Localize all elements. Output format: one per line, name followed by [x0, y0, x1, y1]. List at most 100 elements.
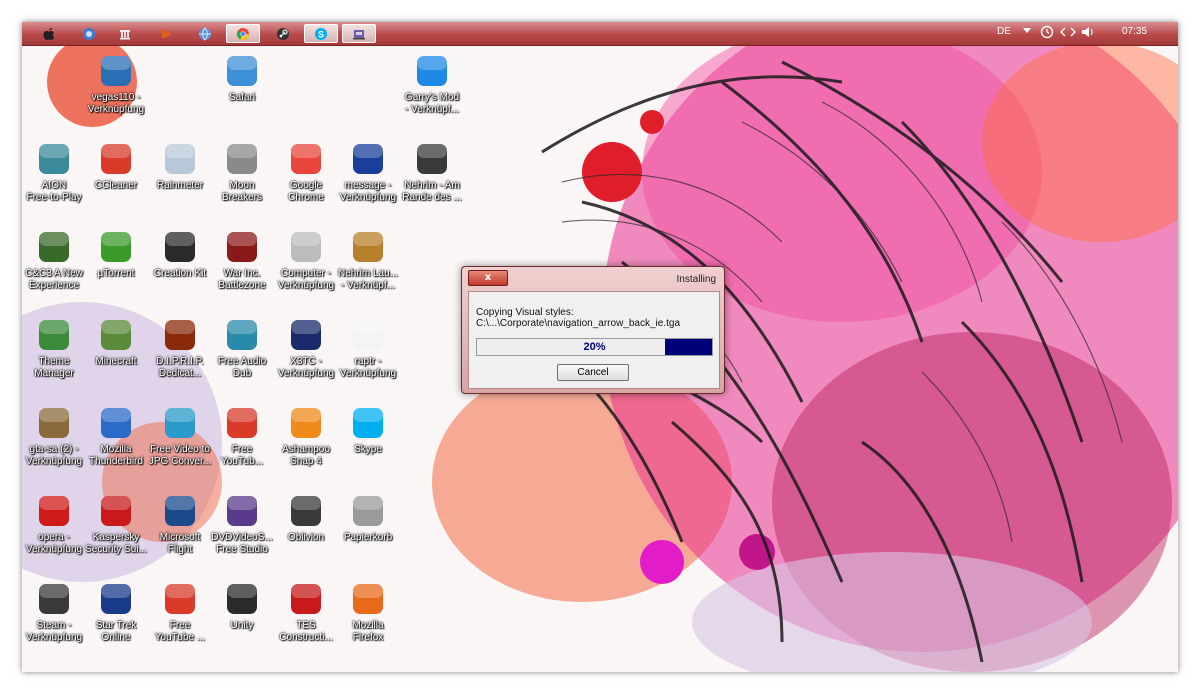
info-icon [349, 140, 387, 178]
dialog-message: Copying Visual styles: C:\...\Corporate\… [476, 307, 680, 329]
cancel-button[interactable]: Cancel [557, 364, 629, 381]
skype-icon[interactable]: S [304, 24, 338, 43]
desktop-icon-dvdvideosoft[interactable]: DVDVideoS... Free Studio [210, 492, 274, 556]
network-tray-icon[interactable] [1060, 25, 1076, 42]
free-audio-dub-icon [223, 316, 261, 354]
desktop-icon-recycle-bin[interactable]: Papierkorb [336, 492, 400, 544]
desktop-icon-label: C&C3 A New Experience [25, 268, 83, 291]
star-trek-icon [97, 580, 135, 618]
desktop-icon-label: raptr - Verknüpfung [339, 356, 397, 379]
desktop-icon-label: Oblivion [287, 532, 325, 543]
rainmeter-icon [161, 140, 199, 178]
desktop-icon-firefox[interactable]: Mozilla Firefox [336, 580, 400, 644]
desktop-icon-label: Theme Manager [34, 356, 74, 379]
desktop-icon-ashampoo-snap[interactable]: Ashampoo Snap 4 [274, 404, 338, 468]
installer-icon[interactable] [342, 24, 376, 43]
chrome-icon[interactable] [226, 24, 260, 43]
desktop-icon-rainmeter[interactable]: Rainmeter [148, 140, 212, 192]
globe-icon[interactable] [188, 24, 222, 43]
language-indicator[interactable]: DE [997, 26, 1011, 37]
desktop-icon-moon-breakers[interactable]: Moon Breakers [210, 140, 274, 204]
desktop-icon-kaspersky[interactable]: Kaspersky Security Sui... [84, 492, 148, 556]
desktop-icon-ccleaner[interactable]: CCleaner [84, 140, 148, 192]
library-icon[interactable] [108, 24, 142, 43]
steam-icon [35, 580, 73, 618]
desktop-icon-label: Garry's Mod - Verknüpf... [404, 92, 460, 115]
skype-icon [349, 404, 387, 442]
desktop-icon-diprip[interactable]: D.I.P.R.I.P. Dedicat... [148, 316, 212, 380]
kaspersky-icon [97, 492, 135, 530]
taskbar-clock[interactable]: 07:35 [1122, 26, 1147, 37]
desktop-icon-label: CCleaner [94, 180, 138, 191]
clock-tray-icon[interactable] [1040, 25, 1054, 42]
theme-manager-icon [35, 316, 73, 354]
desktop-icon-garrys-mod[interactable]: Garry's Mod - Verknüpf... [400, 52, 464, 116]
desktop-screen: S DE 07:35 vegas110 - Verknüpfung Safari G… [22, 22, 1178, 672]
desktop-icon-theme-manager[interactable]: Theme Manager [22, 316, 86, 380]
dialog-title: Installing [676, 274, 716, 285]
desktop-icon-label: DVDVideoS... Free Studio [211, 532, 273, 555]
chrome-icon [287, 140, 325, 178]
installing-dialog: x Installing Copying Visual styles: C:\.… [461, 266, 725, 394]
desktop-icon-label: Microsoft Flight [159, 532, 201, 555]
youtube-mp3-icon [161, 580, 199, 618]
desktop-icon-label: Mozilla Firefox [352, 620, 384, 643]
desktop-icon-opera[interactable]: opera - Verknüpfung [22, 492, 86, 556]
desktop-icon-info[interactable]: message - Verknüpfung [336, 140, 400, 204]
desktop-icon-label: Papierkorb [343, 532, 393, 543]
desktop-icon-skype[interactable]: Skype [336, 404, 400, 456]
dialog-close-button[interactable]: x [468, 270, 508, 286]
volume-tray-icon[interactable] [1080, 25, 1096, 42]
svg-text:S: S [318, 29, 324, 39]
desktop-icon-unity[interactable]: Unity [210, 580, 274, 632]
desktop-icon-nehrim[interactable]: Nehrim - Am Rande des ... [400, 140, 464, 204]
ccleaner-icon [97, 140, 135, 178]
desktop-icon-microsoft-flight[interactable]: Microsoft Flight [148, 492, 212, 556]
apple-menu-icon[interactable] [32, 24, 66, 43]
desktop-icon-label: Moon Breakers [221, 180, 262, 203]
dialog-file-path: C:\...\Corporate\navigation_arrow_back_i… [476, 318, 681, 329]
cnc3-icon [35, 228, 73, 266]
desktop-icon-youtube-mp3[interactable]: Free YouTube ... [148, 580, 212, 644]
desktop-icon-minecraft[interactable]: Minecraft [84, 316, 148, 368]
desktop-icon-safari[interactable]: Safari [210, 52, 274, 104]
desktop-icon-war-inc[interactable]: War Inc. Battlezone [210, 228, 274, 292]
desktop-icon-free-audio-dub[interactable]: Free Audio Dub [210, 316, 274, 380]
desktop-icon-video-to-jpg[interactable]: Free Video to JPG Conver... [148, 404, 212, 468]
desktop-icon-oblivion[interactable]: Oblivion [274, 492, 338, 544]
desktop-icon-gta-sa[interactable]: gta-sa (2) - Verknüpfung [22, 404, 86, 468]
desktop-icon-label: Free YouTub... [220, 444, 264, 467]
desktop-icon-label: Mozilla Thunderbird [89, 444, 143, 467]
steam-icon[interactable] [266, 24, 300, 43]
desktop-icon-utorrent[interactable]: µTorrent [84, 228, 148, 280]
desktop-icon-thunderbird[interactable]: Mozilla Thunderbird [84, 404, 148, 468]
desktop-icon-tes-construction[interactable]: TES Constructi... [274, 580, 338, 644]
desktop-icon-blank-file[interactable]: raptr - Verknüpfung [336, 316, 400, 380]
desktop-icon-chrome[interactable]: Google Chrome [274, 140, 338, 204]
language-dropdown-icon[interactable] [1022, 25, 1032, 38]
desktop-icon-computer[interactable]: Computer - Verknüpfung [274, 228, 338, 292]
desktop-icon-steam[interactable]: Steam - Verknüpfung [22, 580, 86, 644]
blank-file-icon [349, 316, 387, 354]
desktop-icon-label: message - Verknüpfung [339, 180, 397, 203]
desktop-icon-youtube-download[interactable]: Free YouTub... [210, 404, 274, 468]
desktop-icon-creation-kit[interactable]: Creation Kit [148, 228, 212, 280]
dvdvideosoft-icon [223, 492, 261, 530]
desktop-icon-label: Computer - Verknüpfung [277, 268, 335, 291]
moon-breakers-icon [223, 140, 261, 178]
desktop-icon-label: Ashampoo Snap 4 [282, 444, 330, 467]
itunes-icon[interactable] [72, 24, 106, 43]
safari-icon [223, 52, 261, 90]
desktop-icon-label: Safari [228, 92, 256, 103]
desktop-icon-aion[interactable]: AION Free-to-Play [22, 140, 86, 204]
desktop-icon-nehrim-launcher[interactable]: Nehrim Lau... - Verknüpf... [336, 228, 400, 292]
utorrent-icon [97, 228, 135, 266]
media-player-icon[interactable] [150, 24, 184, 43]
desktop-icon-label: Rainmeter [156, 180, 204, 191]
desktop-icon-cnc3[interactable]: C&C3 A New Experience [22, 228, 86, 292]
desktop-icon-label: µTorrent [97, 268, 135, 279]
desktop-icon-star-trek[interactable]: Star Trek Online [84, 580, 148, 644]
desktop-icon-vegas[interactable]: vegas110 - Verknüpfung [84, 52, 148, 116]
progress-bar: 20% [476, 338, 713, 356]
desktop-icon-x3tc[interactable]: X3TC - Verknüpfung [274, 316, 338, 380]
